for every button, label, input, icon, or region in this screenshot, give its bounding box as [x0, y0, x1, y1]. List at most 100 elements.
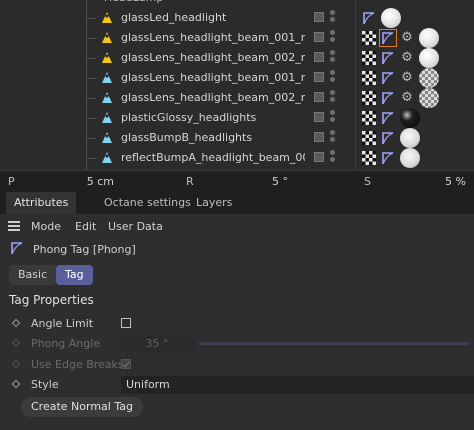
phong-tag-icon[interactable] [379, 29, 397, 47]
keyframe-diamond-icon[interactable] [11, 318, 21, 328]
angle-limit-checkbox[interactable] [121, 318, 131, 328]
panel-tabs: Attributes Octane settings Layers [0, 192, 474, 215]
light-icon [100, 31, 114, 45]
light-icon [100, 51, 114, 65]
object-row[interactable]: glassBumpB_headlights [0, 128, 474, 148]
tree-branch [86, 98, 96, 99]
tree-branch [86, 38, 96, 39]
layer-toggle-icon[interactable] [314, 92, 324, 102]
phong-tag-icon[interactable] [381, 111, 395, 125]
object-row[interactable]: plasticGlossy_headlights [0, 108, 474, 128]
light-icon [100, 131, 114, 145]
layer-toggle-icon[interactable] [314, 152, 324, 162]
octane-object-tag-icon[interactable]: ⚙ [400, 51, 414, 65]
material-tag-icon[interactable] [419, 68, 439, 88]
tab-octane-settings[interactable]: Octane settings [96, 192, 199, 214]
phong-tag-icon[interactable] [362, 11, 376, 25]
parent-object-name: HeadLamp [104, 0, 288, 4]
tab-basic[interactable]: Basic [9, 265, 57, 285]
visibility-dots-icon[interactable] [330, 130, 336, 146]
object-name[interactable]: glassLed_headlight [121, 11, 305, 24]
tab-layers[interactable]: Layers [188, 192, 240, 214]
coordinates-bar: P 5 cm R 5 ° S 5 % [0, 170, 474, 192]
menu-user-data[interactable]: User Data [108, 220, 163, 233]
section-title: Tag Properties [9, 293, 94, 307]
visibility-dots-icon[interactable] [330, 90, 336, 106]
object-manager: HeadLamp glassLed_headlight glassLens_head… [0, 0, 474, 170]
visibility-dots-icon[interactable] [330, 150, 336, 166]
tab-tag[interactable]: Tag [56, 265, 93, 285]
hamburger-menu-icon[interactable] [8, 221, 20, 231]
phong-tag-icon [10, 241, 24, 255]
object-row[interactable]: glassLed_headlight [0, 8, 474, 28]
visibility-dots-icon[interactable] [330, 30, 336, 46]
tree-branch [86, 18, 96, 19]
object-name[interactable]: glassLens_headlight_beam_002_noM [121, 51, 305, 64]
layer-toggle-icon[interactable] [314, 112, 324, 122]
layer-toggle-icon[interactable] [314, 32, 324, 42]
texture-tag-icon[interactable] [362, 71, 376, 85]
texture-tag-icon[interactable] [362, 31, 376, 45]
object-name[interactable]: glassBumpB_headlights [121, 131, 305, 144]
octane-object-tag-icon[interactable]: ⚙ [400, 31, 414, 45]
texture-tag-icon[interactable] [362, 51, 376, 65]
texture-tag-icon[interactable] [362, 111, 376, 125]
phong-tag-icon[interactable] [381, 151, 395, 165]
material-tag-icon[interactable] [419, 28, 439, 48]
material-tag-icon[interactable] [419, 48, 439, 68]
object-row[interactable]: glassLens_headlight_beam_001_noM ⚙ [0, 68, 474, 88]
style-dropdown[interactable]: Uniform [121, 376, 474, 394]
phong-angle-field: 35 ° [121, 336, 193, 352]
object-name[interactable]: glassLens_headlight_beam_001_noM [121, 31, 305, 44]
scale-value[interactable]: 5 % [400, 175, 466, 188]
material-tag-icon[interactable] [400, 148, 420, 168]
menu-mode[interactable]: Mode [31, 220, 61, 233]
octane-object-tag-icon[interactable]: ⚙ [400, 91, 414, 105]
phong-tag-icon[interactable] [381, 131, 395, 145]
object-row[interactable]: glassLens_headlight_beam_001_noM ⚙ [0, 28, 474, 48]
object-row[interactable]: glassLens_headlight_beam_002_noM ⚙ [0, 48, 474, 68]
texture-tag-icon[interactable] [362, 91, 376, 105]
layer-toggle-icon[interactable] [314, 132, 324, 142]
texture-tag-icon[interactable] [362, 151, 376, 165]
layer-toggle-icon[interactable] [314, 72, 324, 82]
object-row[interactable]: reflectBumpA_headlight_beam_002 [0, 148, 474, 168]
attributes-menubar: Mode Edit User Data [0, 214, 474, 238]
visibility-dots-icon[interactable] [330, 70, 336, 86]
phong-angle-slider [199, 342, 469, 345]
scale-label: S [364, 175, 371, 188]
visibility-dots-icon[interactable] [330, 10, 336, 26]
object-row[interactable]: glassLens_headlight_beam_002_noM ⚙ [0, 88, 474, 108]
use-edge-breaks-checkbox [121, 359, 131, 369]
menu-edit[interactable]: Edit [75, 220, 96, 233]
texture-tag-icon[interactable] [362, 131, 376, 145]
prop-style: Style Uniform [0, 375, 474, 395]
visibility-dots-icon[interactable] [330, 50, 336, 66]
create-normal-tag-button[interactable]: Create Normal Tag [21, 397, 143, 417]
object-name[interactable]: glassLens_headlight_beam_002_noM [121, 91, 305, 104]
tab-attributes[interactable]: Attributes [6, 192, 77, 215]
material-tag-icon[interactable] [381, 8, 401, 28]
material-tag-icon[interactable] [419, 88, 439, 108]
position-value[interactable]: 5 cm [40, 175, 114, 188]
phong-tag-icon[interactable] [381, 91, 395, 105]
layer-toggle-icon[interactable] [314, 12, 324, 22]
keyframe-diamond-icon[interactable] [11, 379, 21, 389]
octane-object-tag-icon[interactable]: ⚙ [400, 71, 414, 85]
tree-branch [86, 78, 96, 79]
rotation-value[interactable]: 5 ° [220, 175, 288, 188]
material-tag-icon[interactable] [400, 108, 420, 128]
object-name[interactable]: reflectBumpA_headlight_beam_002 [121, 151, 305, 164]
layer-toggle-icon[interactable] [314, 52, 324, 62]
style-label: Style [31, 378, 59, 391]
attributes-header-title: Phong Tag [Phong] [33, 243, 136, 256]
object-name[interactable]: plasticGlossy_headlights [121, 111, 305, 124]
phong-tag-icon[interactable] [381, 51, 395, 65]
object-name[interactable]: glassLens_headlight_beam_001_noM [121, 71, 305, 84]
tree-branch [86, 118, 96, 119]
material-tag-icon[interactable] [400, 128, 420, 148]
light-icon [100, 91, 114, 105]
phong-tag-icon[interactable] [381, 71, 395, 85]
parent-object-row[interactable]: HeadLamp [0, 0, 474, 8]
visibility-dots-icon[interactable] [330, 110, 336, 126]
